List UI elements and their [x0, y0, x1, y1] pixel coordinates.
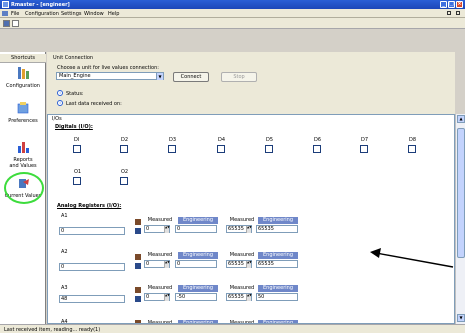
- status-info-icon: i: [57, 90, 63, 96]
- last-data-label: Last data received on:: [66, 101, 122, 107]
- sidebar-item-reports-values[interactable]: Reports and Values: [0, 140, 46, 169]
- sidebar-item-label: Configuration: [6, 83, 40, 89]
- sidebar-item-label: Preferences: [8, 118, 38, 124]
- child-minimize-button[interactable]: [447, 11, 451, 15]
- minimize-button[interactable]: _: [440, 1, 447, 8]
- highlight-circle: [4, 172, 44, 204]
- unit-connection-title: Unit Connection: [53, 55, 94, 61]
- last-data-info-icon: i: [57, 100, 63, 106]
- menu-bar: File Configuration Settings Window Help: [0, 9, 465, 18]
- child-close-button[interactable]: [456, 11, 460, 15]
- stop-button[interactable]: Stop: [221, 72, 257, 82]
- vertical-scrollbar[interactable]: ▲ ▼: [455, 114, 465, 324]
- toolbar: [0, 18, 465, 29]
- sidebar-item-configuration[interactable]: Configuration: [0, 66, 46, 89]
- unit-select[interactable]: Main_Engine ▼: [56, 72, 164, 80]
- menu-configuration[interactable]: Configuration: [25, 11, 59, 17]
- status-label: Status:: [66, 91, 84, 97]
- scroll-down-icon[interactable]: ▼: [457, 314, 465, 322]
- document-icon: [2, 11, 8, 16]
- window-title: Rmaster - [engineer]: [11, 2, 70, 8]
- scroll-thumb[interactable]: [457, 128, 465, 258]
- unit-select-value: Main_Engine: [59, 73, 91, 79]
- connect-button[interactable]: Connect: [173, 72, 209, 82]
- close-button[interactable]: ×: [456, 1, 463, 8]
- configuration-icon: [18, 67, 29, 79]
- unit-choose-label: Choose a unit for live values connection…: [57, 65, 159, 71]
- new-window-icon[interactable]: [12, 20, 19, 27]
- sidebar-item-preferences[interactable]: Preferences: [0, 101, 46, 124]
- scroll-up-icon[interactable]: ▲: [457, 115, 465, 123]
- status-bar: Last received item, reading... ready(1): [0, 324, 465, 333]
- menu-file[interactable]: File: [11, 11, 19, 17]
- app-icon: [2, 1, 9, 8]
- reports-icon: [18, 142, 29, 153]
- chevron-down-icon[interactable]: ▼: [156, 73, 163, 80]
- preferences-icon: [17, 102, 29, 114]
- status-text: Last received item, reading... ready(1): [4, 327, 101, 333]
- save-icon[interactable]: [3, 20, 10, 27]
- sidebar-item-label: Reports and Values: [9, 157, 37, 169]
- menu-settings[interactable]: Settings: [61, 11, 82, 17]
- title-bar: Rmaster - [engineer] _ □ ×: [0, 0, 465, 9]
- menu-window[interactable]: Window: [84, 11, 104, 17]
- io-panel: I/Os Digitals (I/O): DI D2 D3 D4 D5 D6 D…: [47, 114, 455, 324]
- menu-help[interactable]: Help: [108, 11, 119, 17]
- annotation-arrow: [370, 248, 454, 268]
- maximize-button[interactable]: □: [448, 1, 455, 8]
- sidebar-header: Shortcuts: [0, 54, 46, 63]
